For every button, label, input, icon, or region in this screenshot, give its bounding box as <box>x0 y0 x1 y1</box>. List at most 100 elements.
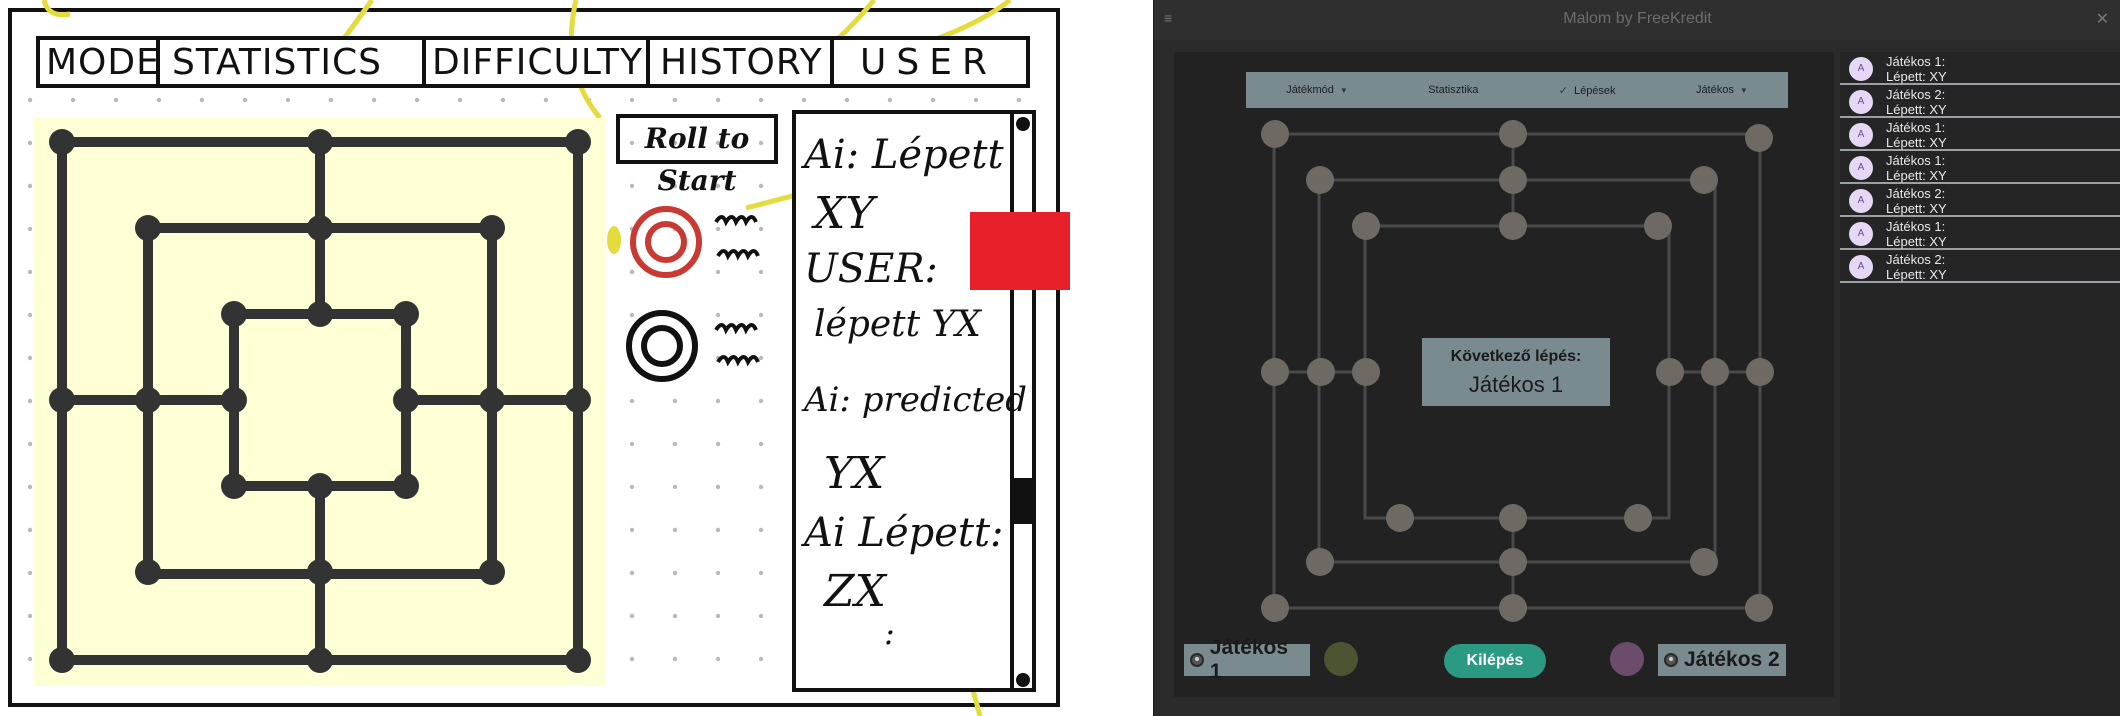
board-node <box>1499 120 1527 148</box>
caret-down-icon: ▼ <box>1739 86 1748 95</box>
history-move: Lépett: XY <box>1886 69 1947 84</box>
sketch-tab-statistics: STATISTICS <box>172 42 382 83</box>
board-node <box>1499 504 1527 532</box>
board-node <box>1261 120 1289 148</box>
sketch-log-line: USER: <box>804 246 938 292</box>
board-node <box>1261 358 1289 386</box>
player2-name: Játékos 2 <box>1684 648 1780 671</box>
history-avatar: A <box>1849 57 1873 81</box>
check-icon: ✓ <box>1558 84 1568 97</box>
board-node <box>1701 358 1729 386</box>
board-node <box>1499 212 1527 240</box>
sketch-log-line: Ai: predicted <box>804 380 1028 420</box>
board-node <box>1499 166 1527 194</box>
history-player: Játékos 2: <box>1886 252 1946 267</box>
board-node <box>1745 594 1773 622</box>
history-item[interactable]: A Játékos 2: Lépett: XY <box>1840 85 2120 118</box>
nav-statistics-label: Statisztika <box>1428 84 1479 96</box>
player-avatar-icon <box>1190 653 1204 667</box>
nav-game-mode-label: Játékmód <box>1286 84 1334 96</box>
nav-moves[interactable]: ✓ Lépések <box>1553 80 1622 101</box>
board-node <box>1352 212 1380 240</box>
history-player: Játékos 1: <box>1886 54 1946 69</box>
history-avatar: A <box>1849 189 1873 213</box>
board-node <box>1690 166 1718 194</box>
move-history-list: A Játékos 1: Lépett: XY A Játékos 2: Lépett: … <box>1840 52 2120 716</box>
board-node <box>1306 166 1334 194</box>
caret-down-icon: ▼ <box>1339 86 1348 95</box>
board-node <box>1352 358 1380 386</box>
sketch-log-line: Ai: Lépett <box>804 132 1004 178</box>
nav-bar: Játékmód ▼ Statisztika ✓ Lépések Játékos ▼ <box>1246 72 1788 108</box>
nav-player-label: Játékos <box>1695 84 1734 96</box>
sketch-tab-difficulty: DIFFICULTY <box>432 42 643 83</box>
sketch-tab-user: USER <box>860 42 997 83</box>
board-node <box>1306 548 1334 576</box>
history-move: Lépett: XY <box>1886 102 1947 117</box>
sketch-tab-mode: MODE <box>46 42 160 83</box>
nav-player[interactable]: Játékos ▼ <box>1690 80 1754 100</box>
board-node <box>1746 358 1774 386</box>
nav-game-mode[interactable]: Játékmód ▼ <box>1280 80 1354 100</box>
history-avatar: A <box>1849 123 1873 147</box>
sketch-scroll-thumb <box>1014 478 1032 524</box>
history-item[interactable]: A Játékos 2: Lépett: XY <box>1840 184 2120 217</box>
sketch-log-line: XY <box>814 188 875 239</box>
history-move: Lépett: XY <box>1886 201 1947 216</box>
history-avatar: A <box>1849 90 1873 114</box>
history-move: Lépett: XY <box>1886 168 1947 183</box>
player-avatar-icon <box>1664 653 1678 667</box>
sketch-log-line: : <box>884 614 895 652</box>
app-window: ≡ Malom by FreeKredit ✕ Játékmód ▼ Stati… <box>1153 0 2120 716</box>
next-move-panel: Következő lépés: Játékos 1 <box>1422 338 1610 406</box>
history-move: Lépett: XY <box>1886 135 1947 150</box>
history-move: Lépett: XY <box>1886 267 1947 282</box>
history-player: Játékos 2: <box>1886 186 1946 201</box>
history-avatar: A <box>1849 156 1873 180</box>
nav-moves-label: Lépések <box>1573 84 1616 97</box>
history-player: Játékos 1: <box>1886 120 1946 135</box>
sketch-log-line: ZX <box>824 566 886 617</box>
sketch-log-line: lépett YX <box>814 304 981 345</box>
history-item[interactable]: A Játékos 1: Lépett: XY <box>1840 52 2120 85</box>
next-move-label: Következő lépés: <box>1450 348 1582 365</box>
player1-color-swatch <box>1324 642 1358 676</box>
history-item[interactable]: A Játékos 2: Lépett: XY <box>1840 250 2120 283</box>
board-node <box>1386 504 1414 532</box>
history-player: Játékos 1: <box>1886 219 1946 234</box>
game-area: Játékmód ▼ Statisztika ✓ Lépések Játékos ▼ … <box>1174 52 1834 697</box>
board-node <box>1499 594 1527 622</box>
board-node <box>1624 504 1652 532</box>
history-player: Játékos 1: <box>1886 153 1946 168</box>
history-item[interactable]: A Játékos 1: Lépett: XY <box>1840 118 2120 151</box>
history-avatar: A <box>1849 222 1873 246</box>
close-icon[interactable]: ✕ <box>2096 9 2109 29</box>
title-bar: ≡ Malom by FreeKredit ✕ <box>1154 0 2120 40</box>
sketch-wireframe: MODE STATISTICS DIFFICULTY HISTORY USER … <box>0 0 1070 716</box>
mockup-comparison: MODE STATISTICS DIFFICULTY HISTORY USER … <box>0 0 2120 716</box>
exit-button[interactable]: Kilépés <box>1444 644 1546 678</box>
player2-badge: Játékos 2 <box>1658 644 1786 676</box>
player1-badge: Játékos 1 <box>1184 636 1310 683</box>
window-title: Malom by FreeKredit <box>1563 10 1712 27</box>
board-node <box>1307 358 1335 386</box>
history-player: Játékos 2: <box>1886 87 1946 102</box>
board-node <box>1644 212 1672 240</box>
history-item[interactable]: A Játékos 1: Lépett: XY <box>1840 217 2120 250</box>
history-move: Lépett: XY <box>1886 234 1947 249</box>
board-node <box>1656 358 1684 386</box>
player1-name: Játékos 1 <box>1209 636 1289 683</box>
history-avatar: A <box>1849 255 1873 279</box>
sketch-roll-button: Roll to Start <box>616 114 778 197</box>
player2-color-swatch <box>1610 642 1644 676</box>
next-move-player: Játékos 1 <box>1468 372 1564 397</box>
history-item[interactable]: A Játékos 1: Lépett: XY <box>1840 151 2120 184</box>
sketch-drawing <box>8 0 1070 716</box>
board-node <box>1499 548 1527 576</box>
board-node <box>1690 548 1718 576</box>
board-node <box>1261 594 1289 622</box>
sketch-tab-history: HISTORY <box>660 42 823 83</box>
nav-statistics[interactable]: Statisztika <box>1422 80 1484 100</box>
sketch-log-line: Ai Lépett: <box>804 510 1004 556</box>
sketch-log-line: YX <box>824 448 885 499</box>
